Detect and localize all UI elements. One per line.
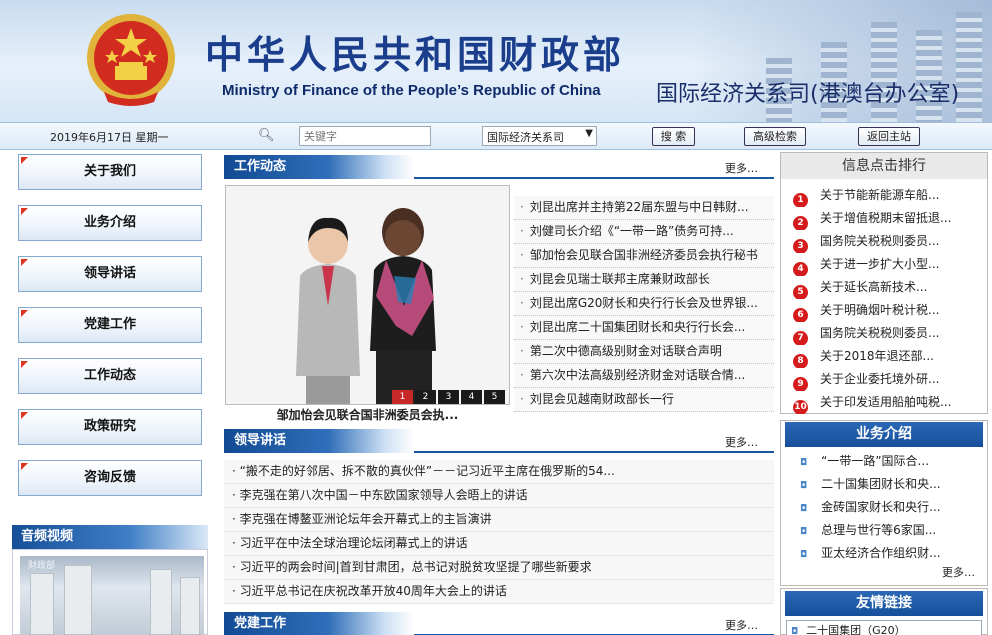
bullet-icon: ◘	[791, 627, 799, 635]
department-title: 国际经济关系司(港澳台办公室)	[656, 82, 960, 107]
ranking-item[interactable]: 1 关于节能新能源车船...	[793, 184, 978, 207]
work-news-title: 工作动态	[224, 155, 414, 179]
left-nav-policy-research[interactable]: 政策研究	[18, 409, 202, 445]
list-item[interactable]: · 刘昆会见越南财政部长一行	[514, 388, 774, 412]
left-nav-work-news[interactable]: 工作动态	[18, 358, 202, 394]
business-more-link[interactable]: 更多…	[942, 564, 975, 580]
left-nav-party-work[interactable]: 党建工作	[18, 307, 202, 343]
ranking-item[interactable]: 2 关于增值税期末留抵退...	[793, 207, 978, 230]
slide-5[interactable]: 5	[484, 390, 505, 404]
business-item[interactable]: 亚太经济合作组织财...	[800, 542, 980, 565]
site-title-cn: 中华人民共和国财政部	[205, 33, 626, 77]
left-nav-leader-speech[interactable]: 领导讲话	[18, 256, 202, 292]
search-input[interactable]	[299, 126, 431, 146]
search-icon: 🔍︎	[258, 128, 275, 143]
hot-ranking-title: 信息点击排行	[781, 153, 987, 179]
search-scope-select[interactable]: 国际经济关系司 ▼	[482, 126, 597, 146]
search-button[interactable]: 搜 索	[652, 127, 695, 146]
friend-links-value: 二十国集团（G20）	[806, 624, 906, 635]
ranking-item[interactable]: 8 关于2018年退还部...	[793, 345, 978, 368]
audio-video-heading: 音频视频	[12, 525, 208, 549]
list-item[interactable]: · 第二次中德高级别财金对话联合声明	[514, 340, 774, 364]
return-home-button[interactable]: 返回主站	[858, 127, 920, 146]
list-item[interactable]: · 第六次中法高级别经济财金对话联合情...	[514, 364, 774, 388]
work-news-more-link[interactable]: 更多…	[725, 160, 758, 176]
work-news-header: 工作动态 更多…	[224, 155, 774, 179]
ranking-item[interactable]: 10 关于印发适用船舶吨税...	[793, 391, 978, 414]
list-item[interactable]: · 李克强在博鳌亚洲论坛年会开幕式上的主旨演讲	[224, 508, 774, 532]
party-work-more-link[interactable]: 更多…	[725, 617, 758, 633]
slide-3[interactable]: 3	[438, 390, 459, 404]
search-scope-value: 国际经济关系司	[487, 131, 564, 144]
speech-header: 领导讲话 更多…	[224, 429, 774, 453]
friend-links-title: 友情链接	[785, 591, 983, 616]
friend-links-select[interactable]: ◘ 二十国集团（G20）	[786, 620, 982, 635]
list-item[interactable]: · 李克强在第八次中国－中东欧国家领导人会晤上的讲话	[224, 484, 774, 508]
list-item[interactable]: · 习近平总书记在庆祝改革开放40周年大会上的讲话	[224, 580, 774, 604]
toolbar: 2019年6月17日 星期一 🔍︎ 国际经济关系司 ▼ 搜 索 高级检索 返回主站	[0, 122, 992, 150]
business-item[interactable]: 总理与世行等6家国...	[800, 519, 980, 542]
slide-2[interactable]: 2	[415, 390, 436, 404]
ranking-item[interactable]: 9 关于企业委托境外研...	[793, 368, 978, 391]
ranking-item[interactable]: 6 关于明确烟叶税计税...	[793, 299, 978, 322]
business-item[interactable]: “一带一路”国际合...	[800, 450, 980, 473]
photo-caption[interactable]: 邹加怡会见联合国非洲委员会执...	[225, 406, 510, 423]
national-emblem-icon	[87, 14, 175, 106]
advanced-search-button[interactable]: 高级检索	[744, 127, 806, 146]
ranking-item[interactable]: 3 国务院关税税则委员...	[793, 230, 978, 253]
list-item[interactable]: · 刘昆出席并主持第22届东盟与中日韩财...	[514, 196, 774, 220]
speech-title: 领导讲话	[224, 429, 414, 453]
ranking-item[interactable]: 5 关于延长高新技术...	[793, 276, 978, 299]
list-item[interactable]: · 刘健司长介绍《“一带一路”债务可持...	[514, 220, 774, 244]
site-title-en: Ministry of Finance of the People’s Repu…	[222, 82, 601, 99]
list-item[interactable]: · 习近平在中法全球治理论坛闭幕式上的讲话	[224, 532, 774, 556]
slide-1[interactable]: 1	[392, 390, 413, 404]
news-photo[interactable]	[225, 185, 510, 405]
left-nav-business[interactable]: 业务介绍	[18, 205, 202, 241]
list-item[interactable]: · 刘昆会见瑞士联邦主席兼财政部长	[514, 268, 774, 292]
slide-4[interactable]: 4	[461, 390, 482, 404]
left-nav-feedback[interactable]: 咨询反馈	[18, 460, 202, 496]
party-work-header: 党建工作 更多…	[224, 612, 774, 635]
video-watermark: 财政部	[28, 561, 56, 571]
list-item[interactable]: · 刘昆出席G20财长和央行行长会及世界银...	[514, 292, 774, 316]
left-nav-about-us[interactable]: 关于我们	[18, 154, 202, 190]
business-title: 业务介绍	[785, 422, 983, 447]
list-item[interactable]: · 习近平的两会时间|首到甘肃团，总书记对脱贫攻坚提了哪些新要求	[224, 556, 774, 580]
list-item[interactable]: · “搬不走的好邻居、拆不散的真伙伴”－－记习近平主席在俄罗斯的54...	[224, 460, 774, 484]
ranking-item[interactable]: 4 关于进一步扩大小型...	[793, 253, 978, 276]
party-work-title: 党建工作	[224, 612, 414, 635]
current-date: 2019年6月17日 星期一	[50, 131, 169, 144]
business-item[interactable]: 二十国集团财长和央...	[800, 473, 980, 496]
chevron-down-icon: ▼	[585, 128, 593, 139]
news-photo-image	[226, 186, 509, 404]
business-item[interactable]: 金砖国家财长和央行...	[800, 496, 980, 519]
ranking-item[interactable]: 7 国务院关税税则委员...	[793, 322, 978, 345]
list-item[interactable]: · 刘昆出席二十国集团财长和央行行长会...	[514, 316, 774, 340]
speech-more-link[interactable]: 更多…	[725, 434, 758, 450]
video-thumbnail[interactable]: 财政部	[20, 556, 204, 635]
list-item[interactable]: · 邹加怡会见联合国非洲经济委员会执行秘书	[514, 244, 774, 268]
